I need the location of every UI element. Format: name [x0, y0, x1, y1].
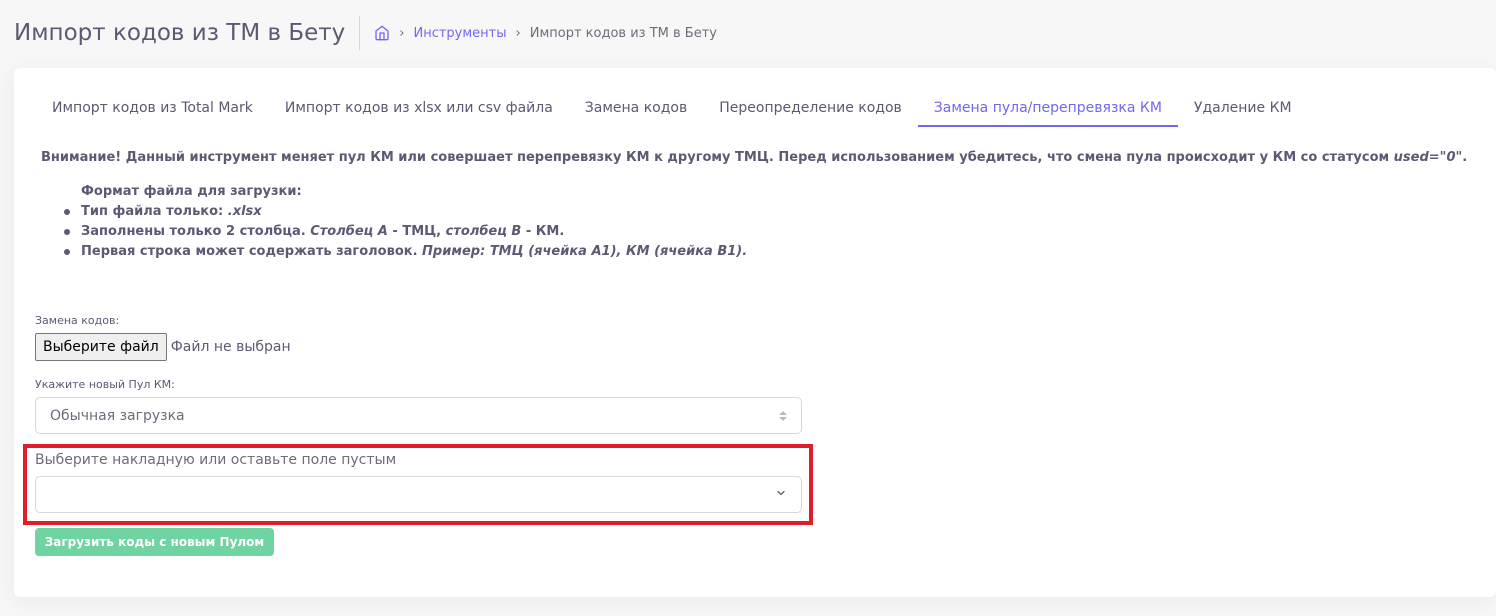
invoice-label: Выберите накладную или оставьте поле пус…: [35, 452, 397, 468]
content-card: Импорт кодов из Total Mark Импорт кодов …: [14, 68, 1496, 597]
upload-codes-button[interactable]: Загрузить коды с новым Пулом: [35, 528, 274, 556]
warning-text: Внимание! Данный инструмент меняет пул К…: [41, 150, 1468, 165]
pool-label: Укажите новый Пул КМ:: [35, 378, 175, 391]
page-title: Импорт кодов из ТМ в Бету: [14, 16, 361, 50]
chevron-right-icon: ›: [399, 25, 405, 41]
status-code: used="0": [1393, 150, 1463, 165]
file-input: Выберите файл Файл не выбран: [35, 333, 291, 361]
pool-select[interactable]: Обычная загрузка: [35, 397, 802, 434]
home-icon[interactable]: [374, 25, 390, 41]
sort-arrows-icon: [779, 410, 787, 421]
invoice-select[interactable]: [35, 476, 802, 513]
format-item: Заполнены только 2 столбца. Столбец A - …: [62, 222, 747, 242]
tab-delete-km[interactable]: Удаление КМ: [1178, 92, 1308, 127]
file-format-info: Формат файла для загрузки: Тип файла тол…: [62, 182, 747, 262]
format-item: Первая строка может содержать заголовок.…: [62, 242, 747, 262]
tab-bar: Импорт кодов из Total Mark Импорт кодов …: [36, 92, 1308, 128]
tab-import-xlsx-csv[interactable]: Импорт кодов из xlsx или csv файла: [269, 92, 569, 127]
pool-select-value: Обычная загрузка: [50, 407, 185, 424]
tab-replace-codes[interactable]: Замена кодов: [569, 92, 703, 127]
format-list: Тип файла только: .xlsx Заполнены только…: [62, 202, 747, 262]
page-header: Импорт кодов из ТМ в Бету › Инструменты …: [14, 12, 717, 54]
tab-redefine-codes[interactable]: Переопределение кодов: [703, 92, 918, 127]
file-status: Файл не выбран: [170, 339, 291, 355]
breadcrumb-current: Импорт кодов из ТМ в Бету: [529, 25, 717, 41]
format-item: Тип файла только: .xlsx: [62, 202, 747, 222]
chevron-down-icon: [775, 487, 787, 503]
format-title: Формат файла для загрузки:: [81, 184, 302, 199]
tab-replace-pool[interactable]: Замена пула/перепревязка КМ: [917, 92, 1178, 127]
chevron-right-icon: ›: [515, 25, 521, 41]
breadcrumb: › Инструменты › Импорт кодов из ТМ в Бет…: [360, 25, 717, 41]
codes-file-label: Замена кодов:: [35, 314, 120, 327]
choose-file-button[interactable]: Выберите файл: [35, 333, 167, 361]
breadcrumb-link-tools[interactable]: Инструменты: [413, 26, 506, 41]
tab-import-total-mark[interactable]: Импорт кодов из Total Mark: [36, 92, 269, 127]
